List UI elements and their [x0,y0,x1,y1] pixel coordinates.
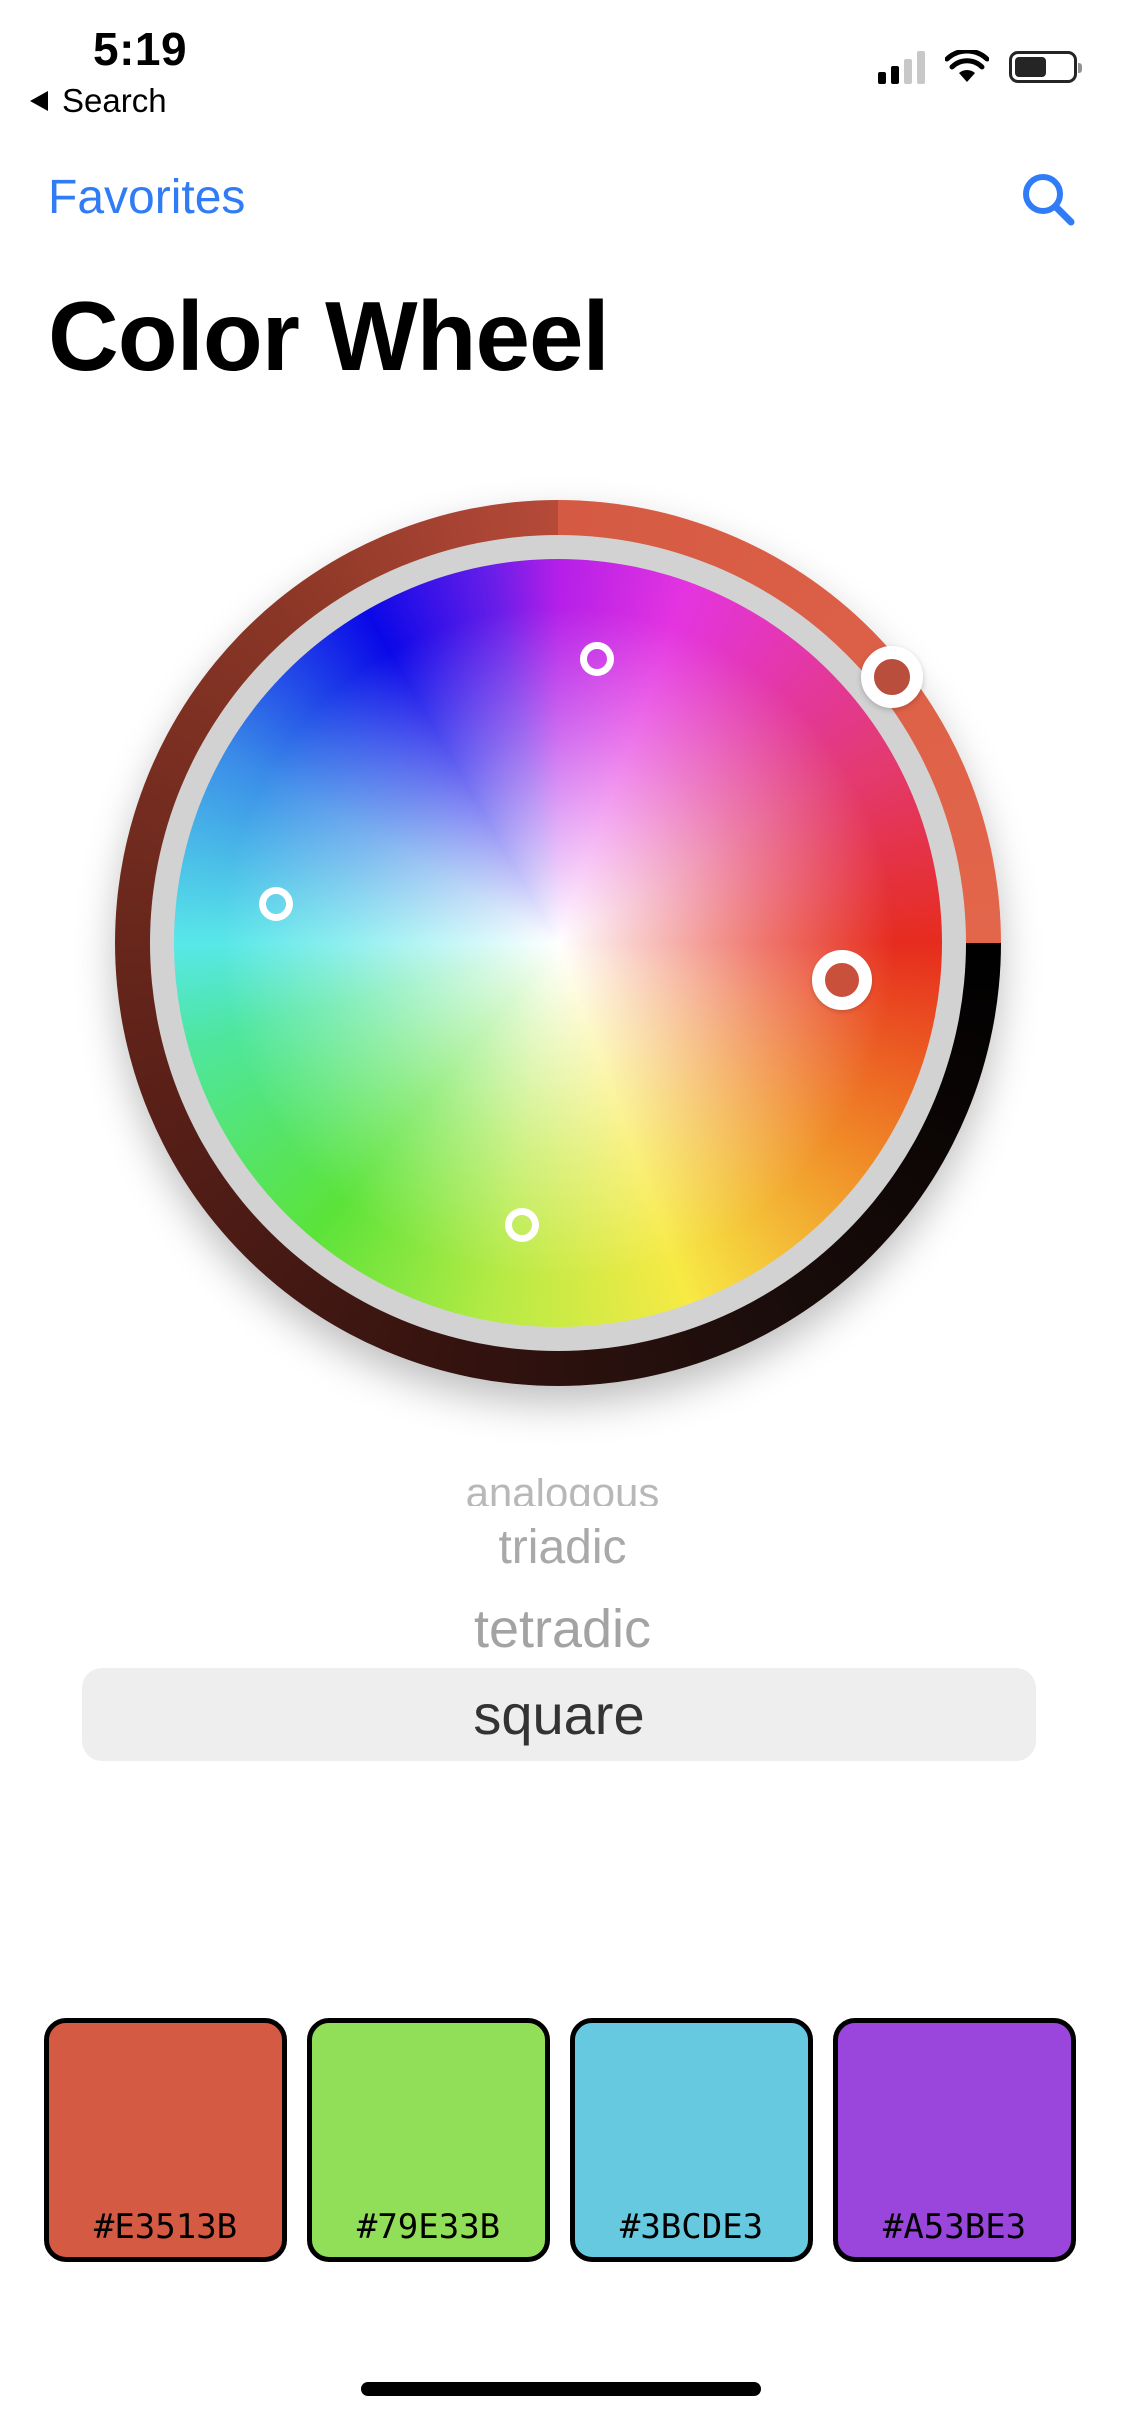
swatch-2[interactable]: #79E33B [307,2018,550,2262]
swatch-hex: #79E33B [356,2207,501,2247]
brightness-handle[interactable] [861,646,923,708]
swatch-3[interactable]: #3BCDE3 [570,2018,813,2262]
cellular-signal-icon [878,50,925,84]
back-arrow-icon [30,91,48,111]
color-handle-green[interactable] [505,1208,539,1242]
back-link-label: Search [62,82,167,119]
picker-option-tetradic[interactable]: tetradic [0,1598,1125,1660]
status-indicators [878,50,1082,84]
swatch-1[interactable]: #E3513B [44,2018,287,2262]
wifi-icon [945,50,989,82]
color-handle-cyan[interactable] [259,887,293,921]
color-handle-purple[interactable] [580,642,614,676]
swatch-hex: #3BCDE3 [619,2207,764,2247]
page-title: Color Wheel [48,281,610,391]
search-icon [1023,174,1075,226]
status-time: 5:19 [93,23,188,75]
swatch-hex: #A53BE3 [882,2207,1027,2247]
swatch-hex: #E3513B [93,2207,238,2247]
color-wheel[interactable] [174,559,942,1327]
swatch-4[interactable]: #A53BE3 [833,2018,1076,2262]
picker-option-selected[interactable]: square [82,1668,1036,1761]
home-indicator[interactable] [361,2382,761,2396]
favorites-link[interactable]: Favorites [48,170,245,225]
primary-color-handle[interactable] [812,950,872,1010]
picker-option-triadic[interactable]: triadic [0,1520,1125,1575]
picker-option-analogous[interactable]: analogous [0,1478,1125,1506]
battery-icon [1009,51,1082,83]
search-button[interactable] [1019,170,1077,228]
back-to-search-link[interactable]: Search [30,82,167,120]
color-swatches: #E3513B #79E33B #3BCDE3 #A53BE3 [44,2018,1076,2262]
